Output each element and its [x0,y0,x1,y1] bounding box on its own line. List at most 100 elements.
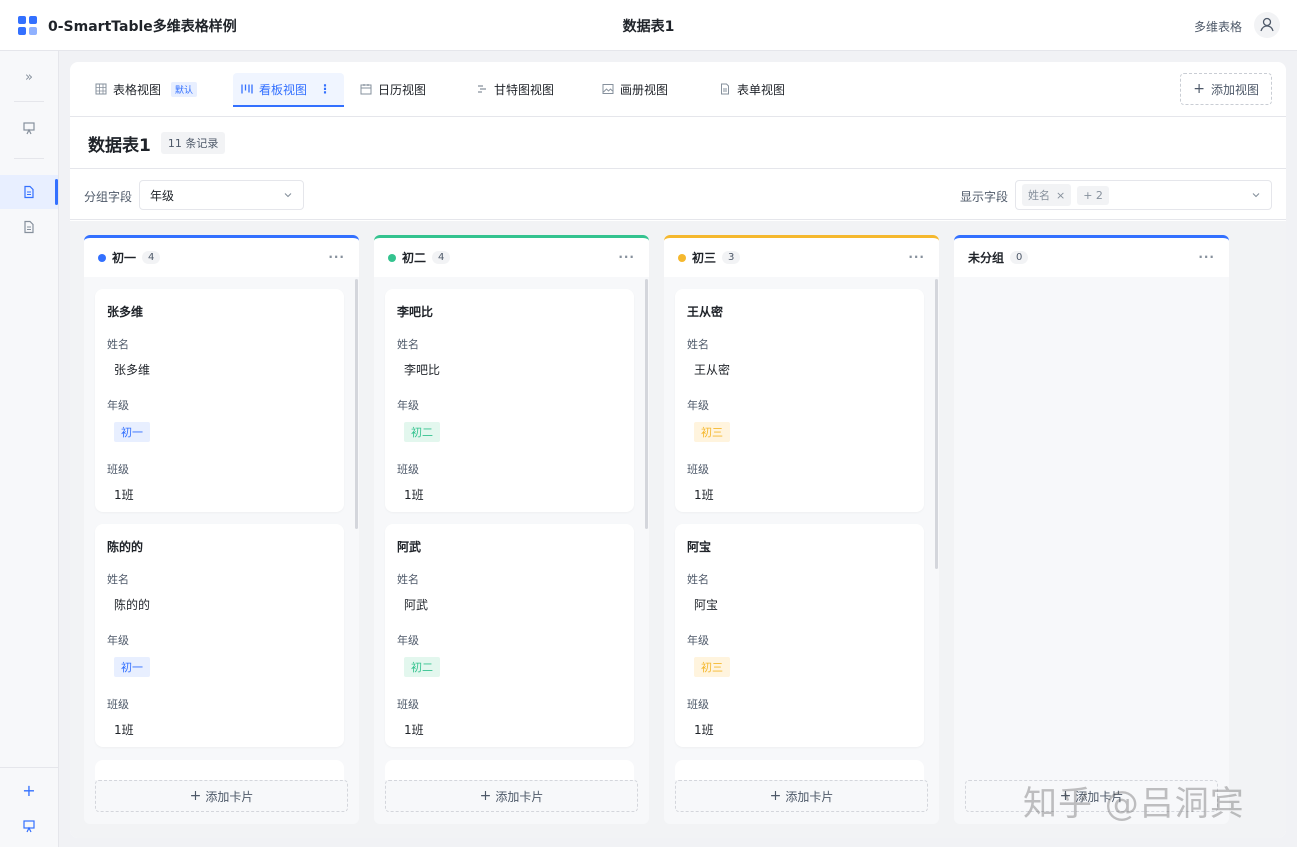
field-label: 年级 [107,399,129,412]
column-scrollbar[interactable] [645,279,648,529]
chevron-down-icon [284,193,292,198]
column-header: 未分组 0 ··· [954,235,1229,277]
field-label: 姓名 [687,573,709,586]
tab-form-view[interactable]: 表单视图 [711,73,793,105]
chevron-down-icon [1252,193,1260,198]
watermark: 知乎 @吕洞宾 [1023,784,1245,824]
grid-icon [95,83,107,95]
kanban-column: 未分组 0 ··· + 添加卡片 [954,235,1229,824]
calendar-icon [360,83,372,95]
tab-label: 画册视图 [620,82,669,97]
add-button[interactable]: + [0,773,58,807]
field-label: 姓名 [397,338,419,351]
close-icon[interactable]: × [1056,189,1065,202]
column-name: 未分组 [968,251,1005,265]
record-card[interactable]: 陈的的 姓名 陈的的 年级 初一 班级 1班 [95,524,344,747]
column-count-badge: 0 [1010,251,1029,264]
card-title: 阿武 [397,540,422,554]
tab-gantt-view[interactable]: 甘特图视图 [468,73,562,105]
field-value: 陈的的 [114,598,151,612]
plus-icon: + [189,788,202,804]
dashboard-nav-button[interactable] [0,111,58,145]
field-label: 姓名 [397,573,419,586]
tab-label: 表格视图 [113,82,162,97]
card-title: 李吧比 [397,305,434,319]
record-card-partial[interactable] [385,760,634,780]
more-horizontal-icon[interactable]: ··· [328,250,345,264]
tab-calendar-view[interactable]: 日历视图 [352,73,434,105]
app-title: 0-SmartTable多维表格样例 [48,19,237,35]
record-card[interactable]: 阿武 姓名 阿武 年级 初二 班级 1班 [385,524,634,747]
kanban-column: 初一 4 ··· 张多维 姓名 张多维 年级 初一 班级 1班 陈的的 姓名 陈… [84,235,359,824]
display-field-more: + 2 [1077,185,1109,205]
tab-table-view[interactable]: 表格视图 默认 [87,73,205,105]
grade-tag: 初一 [114,422,150,442]
record-card[interactable]: 李吧比 姓名 李吧比 年级 初二 班级 1班 [385,289,634,512]
expand-rail-button[interactable]: » [0,60,58,94]
kanban-icon [241,83,253,95]
column-scrollbar[interactable] [935,279,938,569]
app-logo-icon[interactable] [18,16,38,36]
card-title: 陈的的 [107,540,144,554]
column-name: 初三 [692,251,717,265]
display-field-select[interactable]: 姓名 × + 2 [1015,180,1272,210]
record-card[interactable]: 阿宝 姓名 阿宝 年级 初三 班级 1班 [675,524,924,747]
field-label: 姓名 [687,338,709,351]
grade-tag: 初二 [404,422,440,442]
column-header: 初二 4 ··· [374,235,649,277]
document-icon [24,220,34,234]
column-scrollbar[interactable] [355,279,358,529]
sheet-nav-item-active[interactable] [0,175,58,209]
field-value: 张多维 [114,363,151,377]
add-card-button[interactable]: + 添加卡片 [95,780,348,812]
column-count-badge: 4 [432,251,451,264]
record-card[interactable]: 王从密 姓名 王从密 年级 初三 班级 1班 [675,289,924,512]
field-label: 年级 [397,399,419,412]
display-field-tag-label: 姓名 [1028,189,1050,202]
field-label: 姓名 [107,573,129,586]
card-title: 张多维 [107,305,144,319]
add-card-button[interactable]: + 添加卡片 [385,780,638,812]
user-avatar-button[interactable] [1254,12,1280,38]
more-horizontal-icon[interactable]: ··· [1198,250,1215,264]
tab-more-icon[interactable]: ⋮ [319,82,331,96]
tab-kanban-view[interactable]: 看板视图 ⋮ [233,73,344,107]
dashboard-add-button[interactable] [0,809,58,843]
kanban-column: 初三 3 ··· 王从密 姓名 王从密 年级 初三 班级 1班 阿宝 姓名 阿宝… [664,235,939,824]
product-label: 多维表格 [1193,20,1242,34]
grade-tag: 初三 [694,422,730,442]
field-label: 年级 [107,634,129,647]
record-count-badge: 11 条记录 [160,132,226,154]
table-header: 数据表1 11 条记录 [70,118,1286,169]
more-horizontal-icon[interactable]: ··· [908,250,925,264]
gantt-icon [476,83,488,95]
column-count-badge: 4 [142,251,161,264]
field-value: 阿宝 [694,598,719,612]
grade-tag: 初一 [114,657,150,677]
plus-icon: + [479,788,492,804]
left-rail: » + [0,51,59,847]
plus-icon: + [22,780,36,800]
kanban-column: 初二 4 ··· 李吧比 姓名 李吧比 年级 初二 班级 1班 阿武 姓名 阿武… [374,235,649,824]
column-header: 初三 3 ··· [664,235,939,277]
card-title: 阿宝 [687,540,712,554]
record-card-partial[interactable] [95,760,344,780]
field-label: 班级 [687,698,709,711]
sheet-nav-item[interactable] [0,210,58,244]
record-card-partial[interactable] [675,760,924,780]
field-value: 1班 [404,723,424,737]
more-horizontal-icon[interactable]: ··· [618,250,635,264]
board-toolbar: 分组字段 年级 显示字段 姓名 × + 2 [70,170,1286,220]
document-icon [24,185,34,199]
field-label: 班级 [107,698,129,711]
add-view-button[interactable]: + 添加视图 [1180,73,1272,105]
tab-gallery-view[interactable]: 画册视图 [594,73,676,105]
group-field-select[interactable]: 年级 [139,180,304,210]
grade-tag: 初二 [404,657,440,677]
field-value: 1班 [694,723,714,737]
column-name: 初二 [402,251,427,265]
add-card-button[interactable]: + 添加卡片 [675,780,928,812]
record-card[interactable]: 张多维 姓名 张多维 年级 初一 班级 1班 [95,289,344,512]
field-label: 班级 [397,463,419,476]
field-value: 1班 [694,488,714,502]
